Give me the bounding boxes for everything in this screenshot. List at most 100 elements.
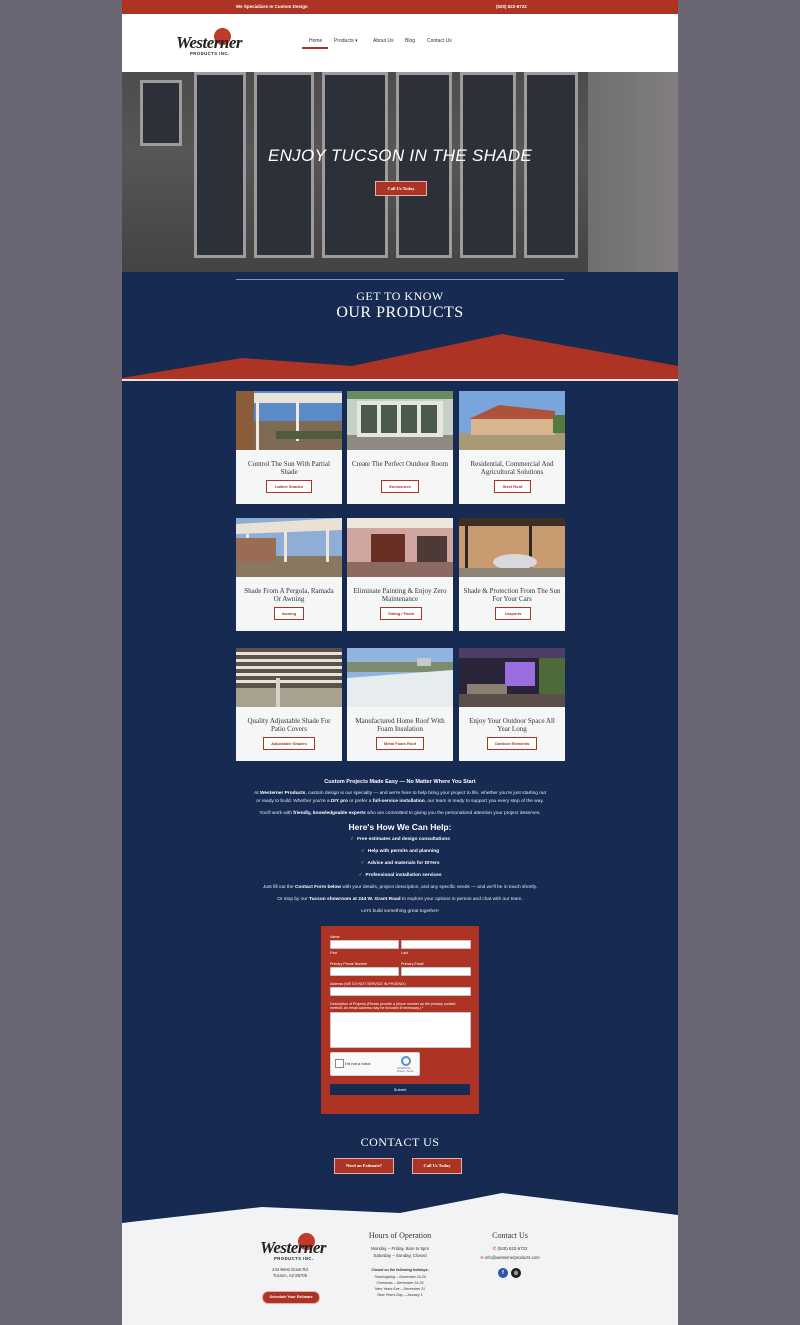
check-item: ✓ Free estimates and design consultations [122,837,678,842]
submit-button[interactable]: Submit [330,1084,470,1095]
product-card: Control The Sun With Partial Shade Latti… [236,391,342,504]
enclosure-photo [347,391,453,450]
check-item: ✓ Advice and materials for DIYers [122,861,678,866]
check-icon: ✓ [360,861,365,866]
nav-home[interactable]: Home [309,38,322,44]
phone-label: Primary Phone Number [330,962,368,966]
text: You'll work with [259,811,294,816]
page: We Specializes In Custom Design (520) 62… [122,0,678,1325]
card-title: Enjoy Your Outdoor Space All Year Long [469,717,555,733]
bold-text: full-service installation [372,799,425,804]
nav-blog[interactable]: Blog [405,38,415,44]
card-title: Quality Adjustable Shade For Patio Cover… [247,717,331,733]
holiday-item: New Years Eve – December 31 [374,1287,426,1291]
recaptcha-checkbox[interactable] [335,1059,344,1068]
contact-heading: CONTACT US [360,1135,440,1149]
product-card: Shade & Protection From The Sun For Your… [459,518,565,631]
adjustable-shade-photo [236,648,342,707]
footer-email[interactable]: ✉ info@westernerproducts.com [466,1255,554,1260]
last-name-input[interactable] [401,940,471,949]
holiday-item: Christmas – December 24-26 [376,1281,424,1285]
card-title: Manufactured Home Roof With Foam Insulat… [355,717,445,733]
help-heading: Here's How We Can Help: [348,822,452,832]
siding-fascia-photo [347,518,453,577]
facebook-icon[interactable]: f [498,1268,508,1278]
footer-logo[interactable]: Westerner PRODUCTS INC. [258,1232,332,1264]
recaptcha-label: I'm not a robot [345,1061,371,1066]
mountain-divider [122,334,678,382]
card-button[interactable]: Lattice Shades [266,480,312,493]
intro-paragraph-3: Just fill out the Contact Form below wit… [122,885,678,890]
lattice-shade-photo [236,391,342,450]
check-icon: ✓ [360,849,365,854]
phone-input[interactable] [330,967,399,976]
text: or prefer a [347,799,373,804]
intro-paragraph-5: Let's build something great together! [361,909,439,914]
intro-paragraph-2: You'll work with friendly, knowledgeable… [122,811,678,816]
nav-products[interactable]: Products ▾ [334,38,358,44]
footer-background [122,1193,678,1325]
check-icon: ✓ [358,873,363,878]
products-subheading: GET TO KNOW [356,289,444,303]
first-name-input[interactable] [330,940,399,949]
text: , our team is ready to support you every… [424,799,544,804]
site-logo[interactable]: Westerner PRODUCTS INC. [174,27,248,59]
footer-address-line1: 244 West Grant Rd [272,1267,308,1272]
product-card: Enjoy Your Outdoor Space All Year Long O… [459,648,565,761]
footer-phone[interactable]: ✆ (520) 622-6722 [466,1246,554,1252]
check-icon: ✓ [350,837,355,842]
check-text: Advice and materials for DIYers [367,861,440,866]
text: with your details, project description, … [341,885,538,890]
schedule-estimate-button[interactable]: Schedule Your Estimate [262,1291,320,1304]
check-text: Free estimates and design consultations [357,837,450,842]
logo-sub: PRODUCTS INC. [190,51,230,56]
bold-text: Contact Form below [294,885,342,890]
estimate-button[interactable]: Need an Estimate? [334,1158,394,1174]
top-phone[interactable]: (520) 622-6722 [496,4,527,9]
nav-contact[interactable]: Contact Us [427,38,452,44]
recaptcha-icon [401,1056,411,1066]
recaptcha-widget: I'm not a robot reCAPTCHA Privacy - Term… [330,1052,420,1076]
intro-paragraph-line1: At Westerner Products, custom design is … [122,791,678,796]
text: who are committed to giving you the pers… [365,811,541,816]
text: Just fill out the [262,885,295,890]
instagram-icon[interactable]: ◎ [511,1268,521,1278]
chevron-down-icon: ▾ [355,38,358,44]
address-input[interactable] [330,987,471,996]
intro-paragraph-4: Or stop by our Tucson showroom at 244 W.… [122,897,678,902]
outdoor-elements-photo [459,648,565,707]
carport-photo [459,518,565,577]
description-textarea[interactable] [330,1012,471,1048]
bold-text: DIY pro [330,799,348,804]
text: or ready to build. Whether you're a [256,799,331,804]
card-button[interactable]: Enclosures [381,480,419,493]
email-input[interactable] [401,967,471,976]
card-title: Eliminate Painting & Enjoy Zero Maintena… [353,587,447,603]
card-button[interactable]: Adjustable Shades [263,737,315,750]
recaptcha-terms[interactable]: Privacy - Terms [397,1070,413,1073]
logo-word: Westerner [176,33,243,52]
check-text: Professional installation services [365,873,442,878]
contact-form: Name First Last Primary Phone Number Pri… [321,926,479,1114]
card-title: Create The Perfect Outdoor Room [351,460,449,468]
email-label: Primary Email [401,962,424,966]
products-heading: OUR PRODUCTS [336,304,464,321]
top-tagline: We Specializes In Custom Design [236,4,308,9]
card-button[interactable]: Carports [495,607,531,620]
section-divider [236,279,564,280]
check-item: ✓ Professional installation services [122,873,678,878]
check-item: ✓ Help with permits and planning [122,849,678,854]
hero-call-button[interactable]: Call Us Today [375,181,427,196]
card-button[interactable]: Awning [274,607,304,620]
product-card: Create The Perfect Outdoor Room Enclosur… [347,391,453,504]
nav-about[interactable]: About Us [373,38,394,44]
card-button[interactable]: Siding / Facia [380,607,422,620]
nav-products-label: Products [334,38,354,44]
card-button[interactable]: Metal Foam Roof [376,737,424,750]
hero-banner: ENJOY TUCSON IN THE SHADE Call Us Today [122,72,678,272]
card-button[interactable]: Outdoor Elements [487,737,537,750]
card-button[interactable]: Steel Roof [494,480,531,493]
hours-heading: Hours of Operation [368,1231,432,1240]
call-button[interactable]: Call Us Today [412,1158,462,1174]
awning-photo [236,518,342,577]
